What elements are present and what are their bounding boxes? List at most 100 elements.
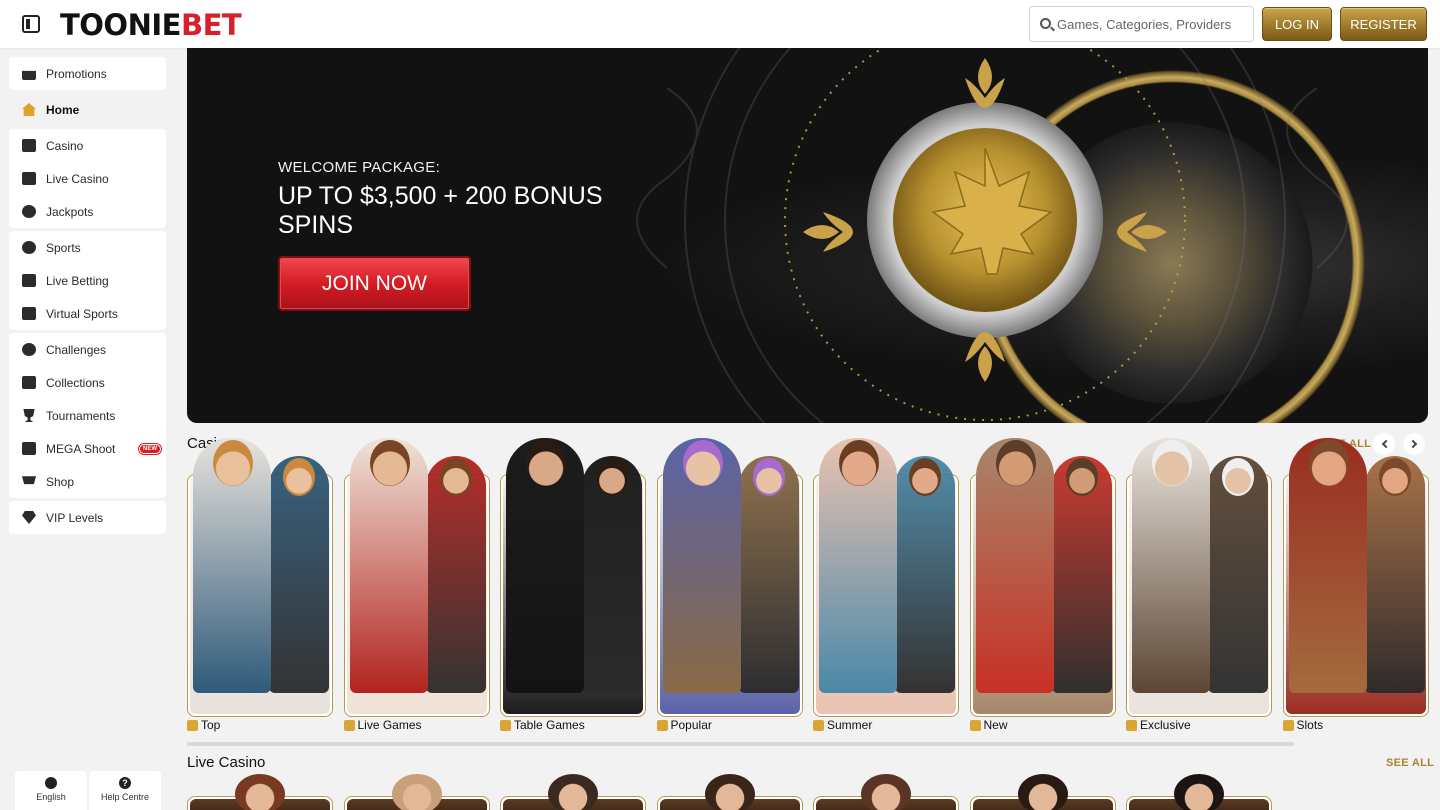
- sidebar-item-home[interactable]: Home: [9, 93, 166, 126]
- character-head: [283, 458, 315, 496]
- help-icon: ?: [119, 777, 131, 789]
- character-head: [1222, 458, 1254, 496]
- sidebar-footer: English ? Help Centre: [15, 771, 161, 810]
- category-label-text: Summer: [827, 718, 873, 732]
- category-label: Exclusive: [1126, 718, 1191, 732]
- character-head: [213, 440, 253, 486]
- category-card-summer[interactable]: Summer: [813, 438, 959, 736]
- sidebar-item-label: Virtual Sports: [46, 306, 118, 321]
- login-button[interactable]: LOG IN: [1262, 7, 1332, 41]
- category-card-slots[interactable]: Slots: [1282, 438, 1429, 736]
- help-centre-button[interactable]: ? Help Centre: [89, 771, 161, 810]
- category-card-table-games[interactable]: Table Games: [500, 438, 646, 736]
- live-casino-icon: [22, 172, 36, 185]
- sidebar-item-tournaments[interactable]: Tournaments: [9, 399, 166, 432]
- sidebar-group: Promotions: [9, 57, 166, 90]
- sidebar-item-label: Shop: [46, 474, 75, 489]
- character-head: [752, 458, 785, 496]
- sidebar-item-label: Sports: [46, 240, 81, 255]
- sidebar-group: Home: [9, 93, 166, 126]
- popular-icon: [656, 719, 668, 731]
- sports-icon: [22, 241, 36, 254]
- gift-icon: [22, 70, 36, 80]
- live-games-icon: [343, 719, 355, 731]
- sidebar-item-vip-levels[interactable]: VIP Levels: [9, 501, 166, 534]
- challenge-icon: [22, 343, 36, 356]
- logo[interactable]: TOONIEBET: [60, 8, 242, 42]
- category-label: Top: [187, 718, 220, 732]
- dealer-head: [861, 774, 911, 810]
- language-label: English: [36, 792, 66, 802]
- character-head: [1065, 458, 1098, 496]
- sidebar-item-virtual-sports[interactable]: Virtual Sports: [9, 297, 166, 330]
- crown-icon: [187, 719, 198, 731]
- summer-icon: [813, 719, 824, 731]
- sidebar-item-mega-shoot[interactable]: MEGA Shoot NEW: [9, 432, 166, 465]
- sidebar-item-live-betting[interactable]: Live Betting: [9, 264, 166, 297]
- category-label-text: Popular: [670, 718, 712, 732]
- character-head: [526, 440, 566, 486]
- sidebar-item-sports[interactable]: Sports: [9, 231, 166, 264]
- casino-category-carousel: Top Live Games Table Games Popular Summer New…: [187, 438, 1429, 736]
- sidebar-item-jackpots[interactable]: Jackpots: [9, 195, 166, 228]
- sidebar-item-challenges[interactable]: Challenges: [9, 333, 166, 366]
- category-label-text: Exclusive: [1140, 718, 1191, 732]
- collections-icon: [22, 376, 36, 389]
- sidebar-toggle-icon[interactable]: [22, 15, 40, 33]
- character-head: [1308, 440, 1349, 486]
- gem-icon: [22, 511, 36, 524]
- virtual-sports-icon: [22, 307, 36, 320]
- sidebar-group: Challenges Collections Tournaments MEGA Sho…: [9, 333, 166, 498]
- search-input[interactable]: [1057, 7, 1249, 41]
- category-label: Slots: [1282, 718, 1323, 732]
- category-label-text: Table Games: [514, 718, 585, 732]
- search-box[interactable]: [1029, 6, 1254, 42]
- mega-shoot-icon: [22, 442, 36, 455]
- character-head: [909, 458, 941, 496]
- category-label: New: [969, 718, 1008, 732]
- category-card-live-games[interactable]: Live Games: [343, 438, 490, 736]
- live-casino-see-all-link[interactable]: SEE ALL: [1386, 757, 1434, 769]
- hero-title: UP TO $3,500 + 200 BONUS SPINS: [278, 182, 603, 239]
- new-badge: NEW: [139, 444, 161, 454]
- character-head: [1378, 458, 1411, 496]
- sidebar-item-casino[interactable]: Casino: [9, 129, 166, 162]
- dealer-head: [1174, 774, 1224, 810]
- dealer-head: [548, 774, 598, 810]
- dealer-head: [1017, 774, 1068, 810]
- category-card-new[interactable]: New: [969, 438, 1116, 736]
- slots-icon: [1282, 719, 1294, 731]
- chevron-left-icon[interactable]: [1373, 433, 1395, 455]
- category-card-popular[interactable]: Popular: [656, 438, 803, 736]
- trophy-icon: [23, 409, 35, 422]
- character-head: [369, 440, 410, 486]
- category-card-top[interactable]: Top: [187, 438, 333, 736]
- character-head: [439, 458, 472, 496]
- live-casino-carousel: [187, 774, 1429, 810]
- sidebar-group: VIP Levels: [9, 501, 166, 534]
- character-head: [839, 440, 879, 486]
- clover-icon: [22, 205, 36, 218]
- sidebar-item-label: Jackpots: [46, 204, 94, 219]
- carousel-scrollbar[interactable]: [187, 742, 1294, 746]
- dealer-head: [391, 774, 442, 810]
- sidebar-item-shop[interactable]: Shop: [9, 465, 166, 498]
- cart-icon: [22, 476, 36, 485]
- register-button[interactable]: REGISTER: [1340, 7, 1427, 41]
- character-head: [995, 440, 1036, 486]
- hero-banner[interactable]: WELCOME PACKAGE: UP TO $3,500 + 200 BONU…: [187, 48, 1428, 423]
- sidebar-item-live-casino[interactable]: Live Casino: [9, 162, 166, 195]
- sidebar-item-label: Live Betting: [46, 273, 109, 288]
- category-label: Popular: [656, 718, 712, 732]
- sidebar-item-label: MEGA Shoot: [46, 441, 116, 456]
- sidebar-item-collections[interactable]: Collections: [9, 366, 166, 399]
- language-button[interactable]: English: [15, 771, 87, 810]
- sidebar-group: Casino Live Casino Jackpots: [9, 129, 166, 228]
- chevron-right-icon[interactable]: [1403, 433, 1425, 455]
- sidebar-item-promotions[interactable]: Promotions: [9, 57, 166, 90]
- dealer-head: [235, 774, 285, 810]
- category-card-exclusive[interactable]: Exclusive: [1126, 438, 1272, 736]
- join-now-button[interactable]: JOIN NOW: [278, 256, 471, 311]
- category-label: Live Games: [343, 718, 422, 732]
- live-icon: [22, 274, 36, 287]
